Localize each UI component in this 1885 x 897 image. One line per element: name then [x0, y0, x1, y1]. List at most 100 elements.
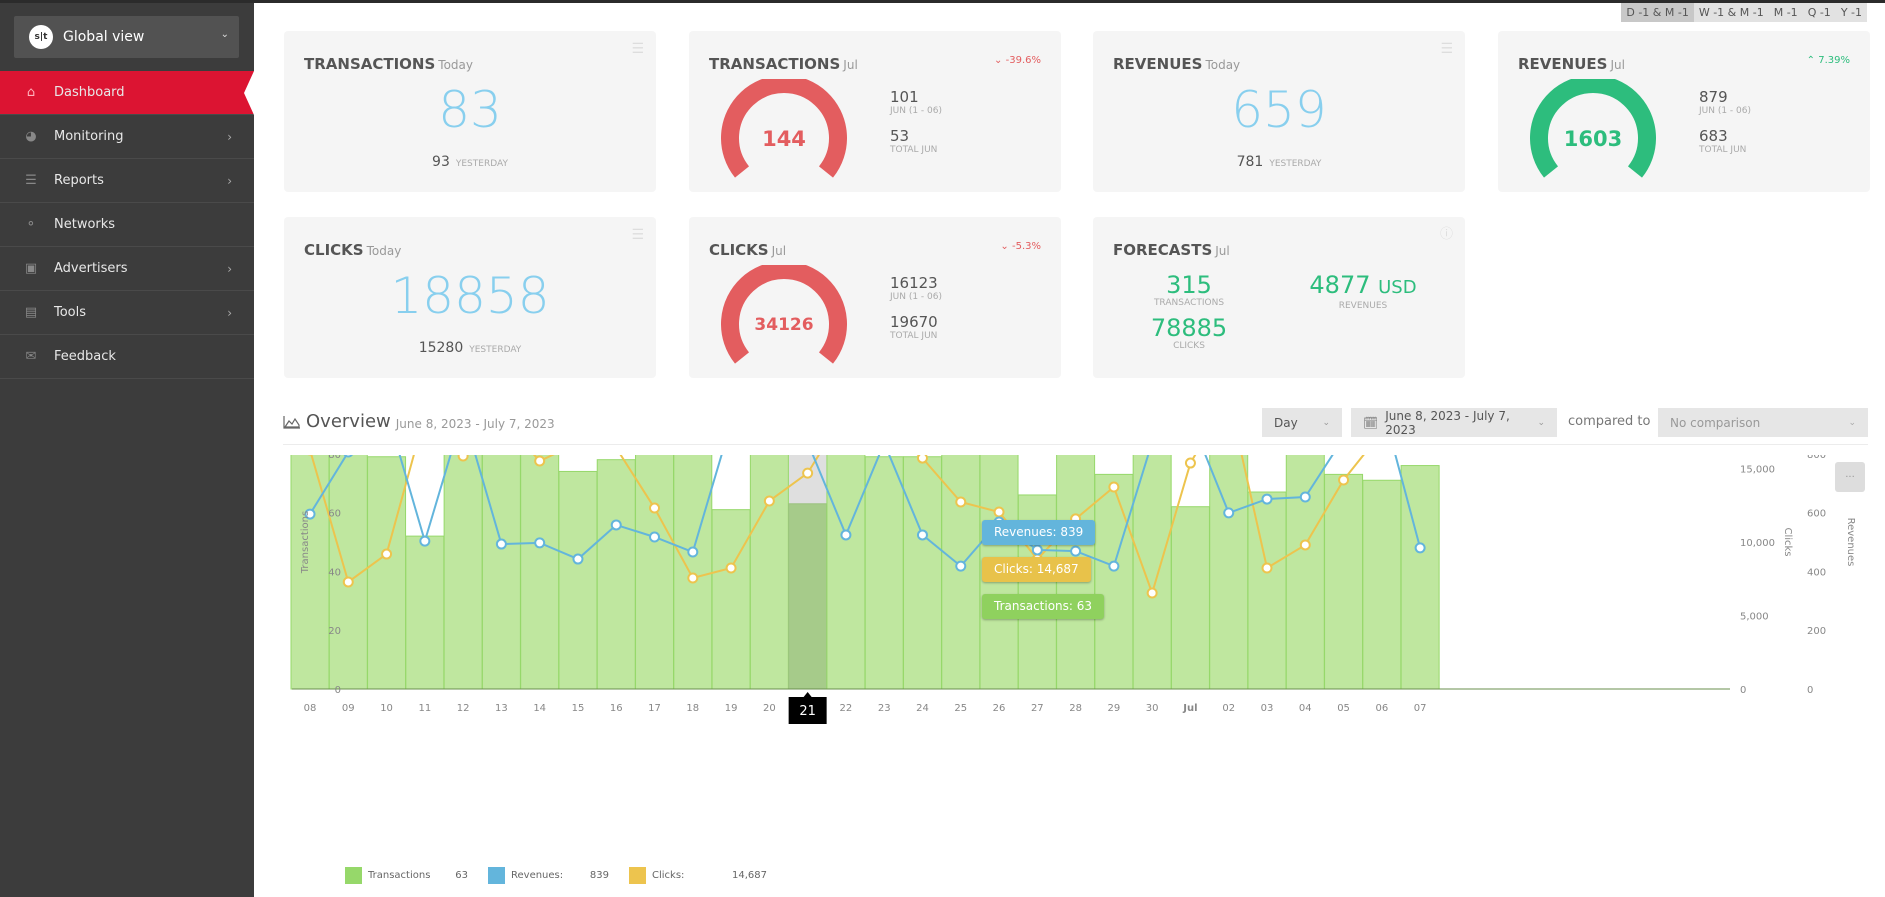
- list-menu-icon[interactable]: ☰: [631, 41, 644, 57]
- legend-value: 839: [589, 870, 609, 881]
- y-tick-left: 0: [335, 685, 341, 696]
- revenues-point: [343, 455, 353, 458]
- x-tick-label: 15: [572, 703, 585, 714]
- sidebar-item-networks[interactable]: ⚬ Networks: [0, 203, 254, 247]
- bar-transactions: [1362, 479, 1402, 690]
- calendar-icon: 🗓: [1363, 415, 1379, 430]
- clicks-point: [916, 455, 928, 464]
- x-tick-label: 28: [1069, 703, 1082, 714]
- revenues-point: [649, 531, 661, 543]
- x-tick-label: 11: [418, 703, 431, 714]
- stat-value: 101: [890, 88, 919, 106]
- stat-label: TOTAL JUN: [890, 145, 938, 155]
- y-tick-left: 80: [328, 455, 341, 461]
- sidebar-item-label: Advertisers: [54, 261, 128, 276]
- y-tick-clicks: 10,000: [1740, 538, 1775, 549]
- divider: [283, 444, 1868, 445]
- bar-transactions: [367, 456, 407, 690]
- tooltip-revenues: Revenues: 839: [982, 520, 1096, 545]
- revenues-point: [1261, 493, 1273, 505]
- bar-transactions: [1209, 455, 1249, 690]
- card-forecasts: FORECASTS Jul ⓘ 315 TRANSACTIONS 4877 USD…: [1093, 217, 1465, 378]
- clicks-point: [763, 495, 775, 507]
- y-axis-label-clicks: Clicks: [1782, 527, 1793, 556]
- forecast-value: 315: [1166, 271, 1212, 299]
- list-menu-icon[interactable]: ☰: [1440, 41, 1453, 57]
- period-option[interactable]: D -1 & M -1: [1621, 3, 1694, 22]
- sidebar-item-tools[interactable]: ▤ Tools ›: [0, 291, 254, 335]
- info-icon[interactable]: ⓘ: [1440, 223, 1453, 242]
- granularity-dropdown[interactable]: Day ⌄: [1262, 408, 1342, 437]
- clicks-point: [534, 455, 546, 467]
- period-option[interactable]: Y -1: [1836, 3, 1867, 22]
- bar-transactions: [1285, 455, 1325, 690]
- clicks-point: [802, 467, 814, 479]
- clicks-point: [1184, 457, 1196, 469]
- card-title: TRANSACTIONS: [709, 55, 841, 73]
- area-chart-icon: [283, 415, 300, 429]
- revenues-point: [916, 529, 928, 541]
- card-subtitle: Jul: [771, 244, 787, 258]
- card-subtitle: Today: [438, 58, 474, 72]
- sidebar-item-label: Dashboard: [54, 85, 125, 100]
- today-value: 659: [1231, 81, 1327, 139]
- bar-transactions: [673, 455, 713, 690]
- card-title: TRANSACTIONS: [304, 55, 436, 73]
- card-subtitle: Today: [366, 244, 402, 258]
- period-option[interactable]: W -1 & M -1: [1694, 3, 1769, 22]
- bar-transactions: [1247, 491, 1287, 690]
- overview-chart: 02040608010005,00010,00015,00020,0000200…: [290, 455, 1856, 724]
- revenues-point: [1299, 491, 1311, 503]
- chevron-right-icon: ›: [227, 305, 232, 320]
- stat-value: 879: [1699, 88, 1728, 106]
- bar-transactions: [864, 456, 904, 690]
- x-tick-label: 03: [1261, 703, 1274, 714]
- list-icon: ☰: [25, 173, 37, 188]
- sidebar-item-dashboard[interactable]: ⌂ Dashboard: [0, 71, 254, 115]
- stat-value: 16123: [890, 274, 938, 292]
- chevron-down-icon: ⌄: [1848, 417, 1856, 428]
- period-selector: D -1 & M -1 W -1 & M -1 M -1 Q -1 Y -1: [1621, 3, 1867, 22]
- x-tick-label: 26: [993, 703, 1006, 714]
- clicks-point: [1146, 587, 1158, 599]
- sidebar-nav: ⌂ Dashboard ◕ Monitoring › ☰ Reports › ⚬ Networks…: [0, 71, 254, 379]
- y-tick-left: 60: [328, 509, 341, 520]
- x-tick-label: 07: [1414, 703, 1427, 714]
- chevron-down-icon: ⌄: [220, 29, 229, 40]
- period-option[interactable]: Q -1: [1803, 3, 1836, 22]
- y-tick-left: 20: [328, 626, 341, 637]
- revenues-point: [1031, 544, 1043, 556]
- date-range-picker[interactable]: 🗓 June 8, 2023 - July 7, 2023 ⌄: [1351, 408, 1557, 437]
- sidebar-item-feedback[interactable]: ✉ Feedback: [0, 335, 254, 379]
- sidebar-item-label: Networks: [54, 217, 116, 232]
- bar-transactions: [596, 459, 636, 690]
- y-tick-revenues: 0: [1807, 685, 1813, 696]
- list-menu-icon[interactable]: ☰: [631, 227, 644, 243]
- global-view-label: Global view: [63, 29, 145, 45]
- forecast-transactions: 315 TRANSACTIONS: [1133, 272, 1245, 308]
- x-tick-label: 05: [1337, 703, 1350, 714]
- gauge: 1603: [1530, 75, 1656, 179]
- legend-label: Transactions: [368, 870, 431, 881]
- y-axis-label-transactions: Transactions: [300, 511, 311, 574]
- x-tick-label: 20: [763, 703, 776, 714]
- legend-label: Revenues:: [511, 870, 564, 881]
- card-subtitle: Jul: [1215, 244, 1230, 258]
- x-tick-label: 06: [1375, 703, 1388, 714]
- comparison-dropdown[interactable]: No comparison ⌄: [1658, 408, 1868, 437]
- gauge: 144: [721, 75, 847, 179]
- top-bar: [0, 0, 1885, 3]
- stat-value: 53: [890, 127, 910, 145]
- sidebar-item-label: Feedback: [54, 349, 116, 364]
- x-tick-label: 14: [533, 703, 546, 714]
- x-tick-highlight-arrow: [803, 692, 812, 697]
- gauge: 34126: [721, 261, 847, 365]
- period-option[interactable]: M -1: [1769, 3, 1803, 22]
- gauge-value: 34126: [754, 315, 814, 335]
- yesterday-value: 93: [432, 154, 450, 170]
- sidebar-item-monitoring[interactable]: ◕ Monitoring ›: [0, 115, 254, 159]
- x-tick-label: 29: [1108, 703, 1121, 714]
- sidebar-item-advertisers[interactable]: ▣ Advertisers ›: [0, 247, 254, 291]
- sidebar-item-reports[interactable]: ☰ Reports ›: [0, 159, 254, 203]
- global-view-selector[interactable]: s|t Global view ⌄: [14, 16, 239, 58]
